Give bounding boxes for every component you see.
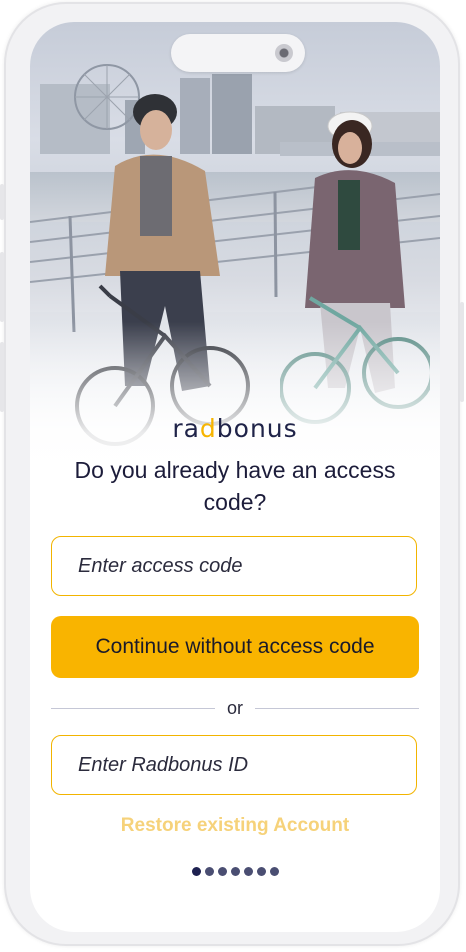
phone-side-button — [0, 184, 4, 220]
page-question: Do you already have an access code? — [74, 457, 396, 515]
pagination-dot[interactable] — [243, 867, 253, 876]
pagination-dots — [30, 867, 440, 876]
radbonus-id-input[interactable]: Enter Radbonus ID — [51, 735, 417, 795]
pagination-dot[interactable] — [191, 867, 201, 876]
pagination-dot[interactable] — [269, 867, 279, 876]
access-code-input[interactable]: Enter access code — [51, 536, 417, 596]
phone-volume-button — [0, 252, 4, 322]
pagination-dot[interactable] — [230, 867, 240, 876]
camera-notch — [171, 34, 305, 72]
continue-without-code-button[interactable]: Continue without access code — [51, 616, 419, 678]
pagination-dot[interactable] — [217, 867, 227, 876]
phone-volume-button — [0, 342, 4, 412]
pagination-dot[interactable] — [256, 867, 266, 876]
phone-power-button — [460, 302, 464, 402]
camera-icon — [275, 44, 293, 62]
pagination-dot[interactable] — [204, 867, 214, 876]
restore-account-link[interactable]: Restore existing Account — [30, 815, 440, 837]
phone-frame: radbonus Do you already have an access c… — [0, 2, 464, 946]
or-divider: or — [51, 697, 420, 719]
or-label: or — [227, 697, 244, 718]
radbonus-logo: radbonus — [172, 414, 298, 443]
app-screen: radbonus Do you already have an access c… — [30, 22, 440, 932]
